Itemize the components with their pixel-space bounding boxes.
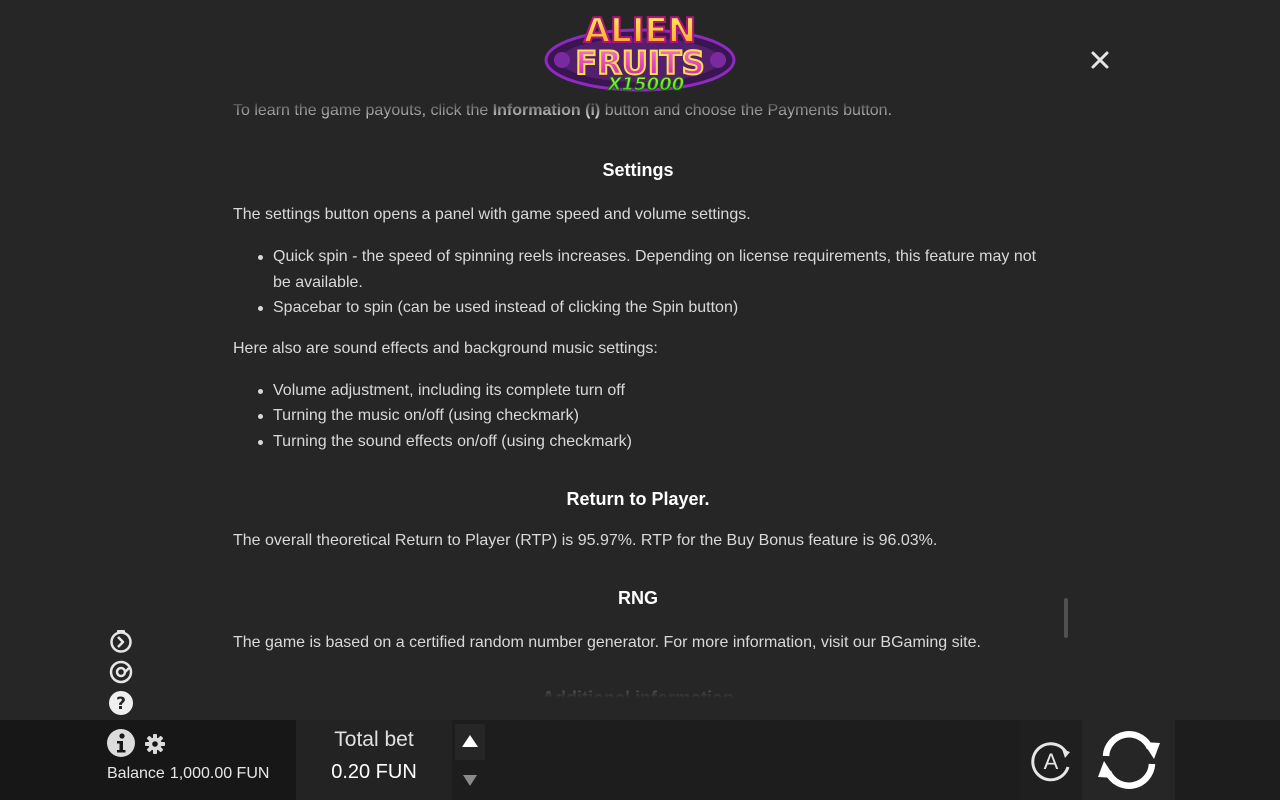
- scrollbar-thumb[interactable]: [1064, 598, 1068, 638]
- balance-display: Balance 1,000.00 FUN: [107, 765, 269, 783]
- turbo-icon[interactable]: [108, 628, 134, 654]
- game-logo: ALIEN FRUITS X15000: [540, 4, 740, 100]
- svg-text:?: ?: [116, 694, 126, 714]
- list-item: Turning the music on/off (using checkmar…: [258, 403, 1043, 429]
- gear-icon[interactable]: [144, 733, 166, 755]
- help-icon[interactable]: ?: [108, 690, 134, 716]
- spin-button[interactable]: [1094, 726, 1164, 794]
- rng-paragraph: The game is based on a certified random …: [233, 634, 981, 651]
- autoplay-label: A: [1043, 749, 1059, 774]
- balance-panel: [0, 720, 296, 800]
- rtp-heading: Return to Player.: [566, 489, 710, 509]
- rules-content[interactable]: To learn the game payouts, click the Inf…: [233, 98, 1043, 698]
- list-item: Spacebar to spin (can be used instead of…: [258, 295, 1043, 321]
- info-icon[interactable]: [106, 728, 136, 758]
- bet-increase-icon[interactable]: [461, 734, 479, 748]
- intro-paragraph: To learn the game payouts, click the Inf…: [233, 98, 1043, 124]
- history-icon[interactable]: [108, 659, 134, 685]
- bet-decrease-icon[interactable]: [462, 774, 478, 787]
- settings-list: Quick spin - the speed of spinning reels…: [233, 244, 1043, 321]
- intro-bold: Information (i): [492, 102, 601, 119]
- list-item: Volume adjustment, including its complet…: [258, 378, 1043, 404]
- bet-label: Total bet: [334, 728, 414, 751]
- intro-text-end: button and choose the Payments button.: [600, 102, 893, 119]
- balance-label: Balance: [107, 765, 165, 782]
- logo-multiplier: X15000: [607, 74, 685, 95]
- bet-value: 0.20 FUN: [331, 761, 417, 783]
- settings-heading: Settings: [602, 160, 674, 180]
- settings-paragraph: The settings button opens a panel with g…: [233, 206, 751, 223]
- list-item: Turning the sound effects on/off (using …: [258, 429, 1043, 455]
- balance-value: 1,000.00 FUN: [169, 765, 270, 782]
- sound-list: Volume adjustment, including its complet…: [233, 378, 1043, 455]
- spin-icon: [1098, 731, 1160, 789]
- bottom-bar: Balance 1,000.00 FUN Total bet 0.20 FUN A: [0, 720, 1280, 800]
- sound-paragraph: Here also are sound effects and backgrou…: [233, 339, 658, 357]
- rng-heading: RNG: [618, 588, 658, 608]
- close-icon[interactable]: [1086, 46, 1114, 74]
- additional-heading: Additional information: [542, 688, 734, 698]
- list-item: Quick spin - the speed of spinning reels…: [258, 244, 1043, 295]
- intro-text: To learn the game payouts, click the: [233, 102, 493, 119]
- autoplay-button[interactable]: A: [1027, 737, 1075, 785]
- rtp-paragraph: The overall theoretical Return to Player…: [233, 532, 938, 549]
